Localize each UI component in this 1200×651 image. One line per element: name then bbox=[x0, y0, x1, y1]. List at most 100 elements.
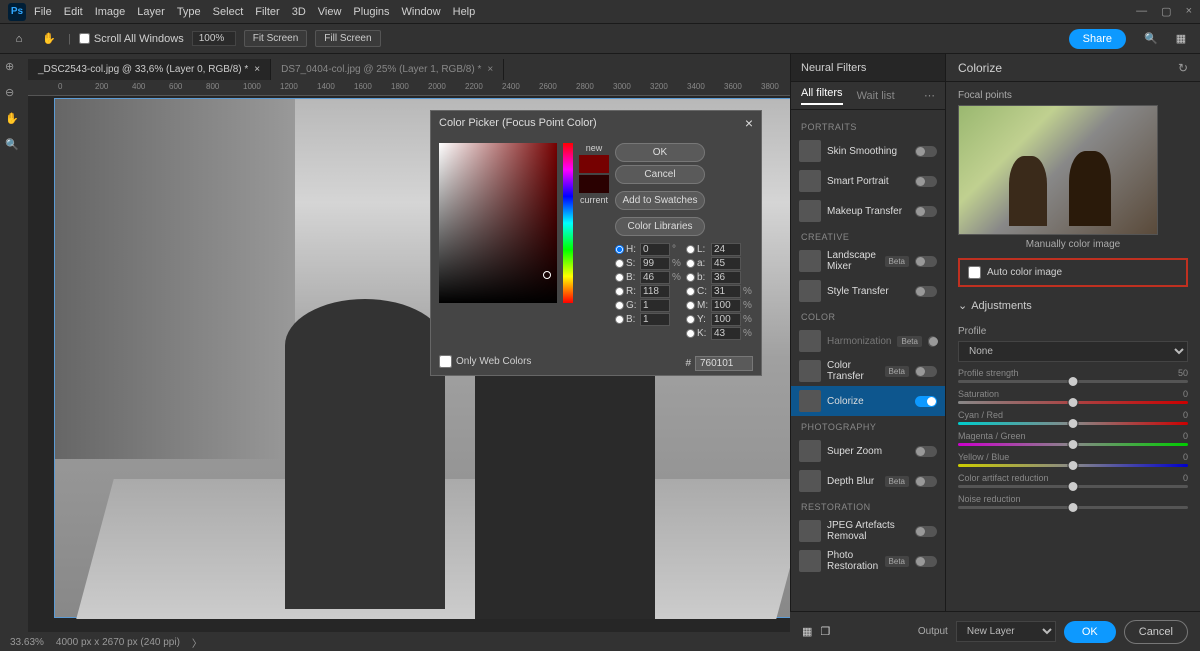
slider-cyan---red[interactable] bbox=[958, 422, 1188, 425]
filter-toggle[interactable] bbox=[915, 256, 937, 267]
filter-toggle[interactable] bbox=[915, 396, 937, 407]
mode-radio-G[interactable] bbox=[615, 301, 624, 310]
cancel-button[interactable]: Cancel bbox=[615, 165, 705, 184]
mode-radio-Bb[interactable] bbox=[615, 315, 624, 324]
menu-file[interactable]: File bbox=[34, 6, 52, 18]
mode-radio-Y[interactable] bbox=[686, 315, 695, 324]
nf-item-color-transfer[interactable]: Color TransferBeta bbox=[791, 356, 945, 386]
menu-filter[interactable]: Filter bbox=[255, 6, 279, 18]
menu-edit[interactable]: Edit bbox=[64, 6, 83, 18]
nf-item-smart-portrait[interactable]: Smart Portrait bbox=[791, 166, 945, 196]
tab-close-icon[interactable]: × bbox=[254, 64, 260, 75]
mode-radio-L[interactable] bbox=[686, 245, 695, 254]
value-b[interactable] bbox=[711, 271, 741, 284]
share-button[interactable]: Share bbox=[1069, 29, 1126, 49]
zoom-out-icon[interactable]: ⊖ bbox=[5, 86, 23, 104]
output-select[interactable]: New Layer bbox=[956, 621, 1056, 642]
menu-type[interactable]: Type bbox=[177, 6, 201, 18]
mode-radio-b[interactable] bbox=[686, 273, 695, 282]
nf-item-jpeg-artefacts-removal[interactable]: JPEG Artefacts Removal bbox=[791, 516, 945, 546]
slider-noise-reduction[interactable] bbox=[958, 506, 1188, 509]
nf-item-photo-restoration[interactable]: Photo RestorationBeta bbox=[791, 546, 945, 576]
value-B[interactable] bbox=[640, 271, 670, 284]
slider-color-artifact-reduction[interactable] bbox=[958, 485, 1188, 488]
filter-toggle[interactable] bbox=[915, 176, 937, 187]
preview-image[interactable] bbox=[958, 105, 1158, 235]
slider-saturation[interactable] bbox=[958, 401, 1188, 404]
tab-wait-list[interactable]: Wait list bbox=[857, 90, 895, 102]
filter-toggle[interactable] bbox=[915, 286, 937, 297]
zoom-icon[interactable]: 🔍 bbox=[5, 138, 23, 156]
fill-screen-button[interactable]: Fill Screen bbox=[315, 30, 380, 47]
mode-radio-B[interactable] bbox=[615, 273, 624, 282]
profile-strength-slider[interactable] bbox=[958, 380, 1188, 383]
value-C[interactable] bbox=[711, 285, 741, 298]
menu-layer[interactable]: Layer bbox=[137, 6, 165, 18]
value-H[interactable] bbox=[640, 243, 670, 256]
slider-yellow---blue[interactable] bbox=[958, 464, 1188, 467]
nf-item-depth-blur[interactable]: Depth BlurBeta bbox=[791, 466, 945, 496]
search-icon[interactable]: 🔍 bbox=[1140, 28, 1162, 50]
value-R[interactable] bbox=[640, 285, 670, 298]
filter-toggle[interactable] bbox=[915, 526, 937, 537]
hex-input[interactable] bbox=[695, 356, 753, 371]
filter-toggle[interactable] bbox=[915, 366, 937, 377]
value-L[interactable] bbox=[711, 243, 741, 256]
add-swatches-button[interactable]: Add to Swatches bbox=[615, 191, 705, 210]
value-K[interactable] bbox=[711, 327, 741, 340]
layers-icon[interactable]: ❐ bbox=[820, 625, 830, 638]
adjustments-header[interactable]: ⌄Adjustments bbox=[946, 295, 1200, 316]
scroll-all-checkbox[interactable]: Scroll All Windows bbox=[79, 33, 184, 45]
menu-select[interactable]: Select bbox=[213, 6, 244, 18]
reset-icon[interactable]: ↻ bbox=[1178, 61, 1188, 75]
close-icon[interactable]: × bbox=[1186, 5, 1192, 18]
value-a[interactable] bbox=[711, 257, 741, 270]
filter-toggle[interactable] bbox=[915, 556, 937, 567]
filter-toggle[interactable] bbox=[915, 476, 937, 487]
value-S[interactable] bbox=[640, 257, 670, 270]
mode-radio-K[interactable] bbox=[686, 329, 695, 338]
hue-slider[interactable] bbox=[563, 143, 573, 303]
output-options-icon[interactable]: ▦ bbox=[802, 625, 812, 638]
doc-tab-active[interactable]: _DSC2543-col.jpg @ 33,6% (Layer 0, RGB/8… bbox=[28, 59, 271, 80]
cancel-button[interactable]: Cancel bbox=[1124, 620, 1188, 644]
web-colors-checkbox[interactable] bbox=[439, 355, 452, 368]
menu-view[interactable]: View bbox=[318, 6, 342, 18]
nf-item-harmonization[interactable]: HarmonizationBeta bbox=[791, 326, 945, 356]
filter-toggle[interactable] bbox=[915, 146, 937, 157]
nf-item-style-transfer[interactable]: Style Transfer bbox=[791, 276, 945, 306]
tab-close-icon[interactable]: × bbox=[487, 64, 493, 75]
manual-color-link[interactable]: Manually color image bbox=[946, 235, 1200, 254]
minimize-icon[interactable]: — bbox=[1136, 5, 1147, 18]
mode-radio-R[interactable] bbox=[615, 287, 624, 296]
ok-button[interactable]: OK bbox=[615, 143, 705, 162]
auto-color-checkbox[interactable]: Auto color image bbox=[968, 266, 1178, 279]
more-icon[interactable]: ⋯ bbox=[924, 89, 935, 102]
menu-3d[interactable]: 3D bbox=[292, 6, 306, 18]
profile-select[interactable]: None bbox=[958, 341, 1188, 362]
value-Y[interactable] bbox=[711, 313, 741, 326]
mode-radio-a[interactable] bbox=[686, 259, 695, 268]
color-libraries-button[interactable]: Color Libraries bbox=[615, 217, 705, 236]
ok-button[interactable]: OK bbox=[1064, 621, 1116, 643]
mode-radio-M[interactable] bbox=[686, 301, 695, 310]
menu-plugins[interactable]: Plugins bbox=[353, 6, 389, 18]
nf-item-super-zoom[interactable]: Super Zoom bbox=[791, 436, 945, 466]
mode-radio-H[interactable] bbox=[615, 245, 624, 254]
value-M[interactable] bbox=[711, 299, 741, 312]
nf-item-skin-smoothing[interactable]: Skin Smoothing bbox=[791, 136, 945, 166]
mode-radio-C[interactable] bbox=[686, 287, 695, 296]
tab-all-filters[interactable]: All filters bbox=[801, 87, 843, 105]
filter-toggle[interactable] bbox=[915, 206, 937, 217]
slider-magenta---green[interactable] bbox=[958, 443, 1188, 446]
mode-radio-S[interactable] bbox=[615, 259, 624, 268]
hand-tool-icon[interactable]: ✋ bbox=[38, 28, 60, 50]
zoom-input[interactable] bbox=[192, 31, 236, 46]
value-Bb[interactable] bbox=[640, 313, 670, 326]
menu-window[interactable]: Window bbox=[402, 6, 441, 18]
color-field[interactable] bbox=[439, 143, 557, 303]
doc-tab-inactive[interactable]: DS7_0404-col.jpg @ 25% (Layer 1, RGB/8) … bbox=[271, 59, 504, 80]
workspace-icon[interactable]: ▦ bbox=[1170, 28, 1192, 50]
value-G[interactable] bbox=[640, 299, 670, 312]
zoom-in-icon[interactable]: ⊕ bbox=[5, 60, 23, 78]
